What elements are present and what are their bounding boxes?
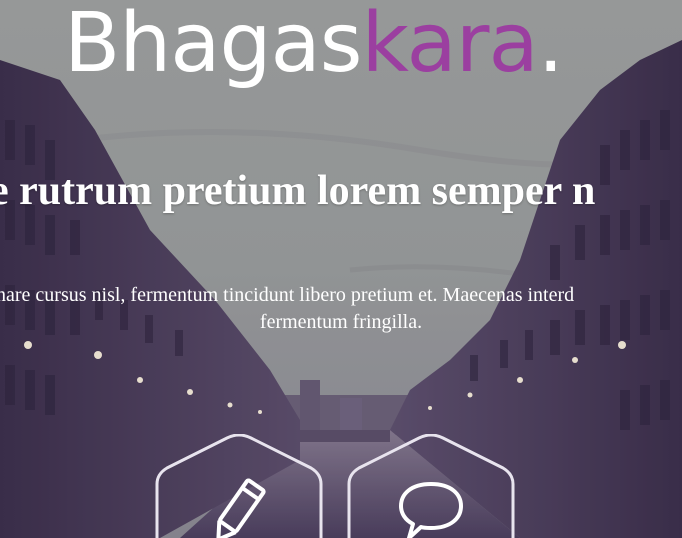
brand-name-dot: . xyxy=(537,0,564,91)
hero-headline: e rutrum pretium lorem semper n xyxy=(0,168,596,214)
brand-logo[interactable]: Bhagaskara. xyxy=(64,0,564,94)
pencil-icon xyxy=(216,478,266,538)
feature-write-hexagon xyxy=(155,434,323,538)
hero-description-line-2: fermentum fringilla. xyxy=(259,311,423,333)
feature-chat-hexagon xyxy=(347,434,515,538)
hero-description-line-1: nare cursus nisl, fermentum tincidunt li… xyxy=(0,284,575,306)
feature-write-button[interactable] xyxy=(155,434,323,538)
brand-name-main: Bhagas xyxy=(64,0,362,91)
speech-bubble-icon xyxy=(399,482,463,538)
feature-chat-button[interactable] xyxy=(347,434,515,538)
hero-section: Bhagaskara. e rutrum pretium lorem sempe… xyxy=(0,0,682,538)
brand-name-accent: kara xyxy=(361,0,539,91)
